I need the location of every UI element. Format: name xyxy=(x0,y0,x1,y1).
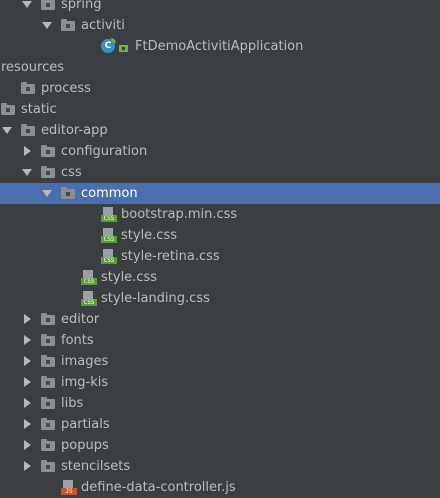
expand-arrow-down-icon[interactable] xyxy=(41,15,53,36)
tree-row-common[interactable]: common xyxy=(0,183,440,204)
tree-row-label: configuration xyxy=(61,144,148,159)
tree-row-label: bootstrap.min.css xyxy=(121,207,238,222)
css-file-icon: CSS xyxy=(101,249,117,264)
expand-arrow-down-icon[interactable] xyxy=(21,0,33,15)
expand-arrow-right-icon[interactable] xyxy=(21,414,33,435)
tree-row-style-retina-css[interactable]: CSS style-retina.css xyxy=(0,246,440,267)
expand-arrow-right-icon[interactable] xyxy=(21,372,33,393)
tree-row-label: define-data-controller.js xyxy=(81,480,236,495)
tree-row-label: images xyxy=(61,354,109,369)
spring-boot-class-icon: C xyxy=(101,38,117,54)
tree-row-label: static xyxy=(21,102,57,117)
tree-row-fonts[interactable]: fonts xyxy=(0,330,440,351)
tree-row-partials[interactable]: partials xyxy=(0,414,440,435)
run-configuration-icon xyxy=(119,42,129,52)
folder-icon xyxy=(41,0,57,12)
css-file-icon: CSS xyxy=(101,228,117,243)
tree-row-bootstrap-min-css[interactable]: CSS bootstrap.min.css xyxy=(0,204,440,225)
tree-row-label: editor xyxy=(61,312,100,327)
folder-icon xyxy=(41,165,57,180)
css-file-icon: CSS xyxy=(81,291,97,306)
folder-icon xyxy=(41,144,57,159)
tree-row-label: libs xyxy=(61,396,84,411)
expand-arrow-down-icon[interactable] xyxy=(1,120,13,141)
expand-arrow-right-icon[interactable] xyxy=(21,456,33,477)
folder-icon xyxy=(41,438,57,453)
folder-icon xyxy=(21,81,37,96)
tree-row-configuration[interactable]: configuration xyxy=(0,141,440,162)
tree-row-label: common xyxy=(81,186,138,201)
tree-row-label: process xyxy=(41,81,91,96)
tree-row-define-data-controller-js[interactable]: JS define-data-controller.js xyxy=(0,477,440,498)
tree-row-css[interactable]: css xyxy=(0,162,440,183)
tree-row-static[interactable]: static xyxy=(0,99,440,120)
tree-row-style-css[interactable]: CSS style.css xyxy=(0,267,440,288)
tree-row-popups[interactable]: popups xyxy=(0,435,440,456)
tree-row-label: style-retina.css xyxy=(121,249,220,264)
expand-arrow-right-icon[interactable] xyxy=(21,330,33,351)
folder-icon xyxy=(41,417,57,432)
folder-icon xyxy=(41,312,57,327)
tree-row-stencilsets[interactable]: stencilsets xyxy=(0,456,440,477)
tree-row-label: activiti xyxy=(81,18,125,33)
folder-icon xyxy=(61,18,77,33)
folder-icon xyxy=(41,396,57,411)
expand-arrow-down-icon[interactable] xyxy=(21,162,33,183)
tree-row-ftdemoactivitiapplication[interactable]: C FtDemoActivitiApplication xyxy=(0,36,440,57)
tree-row-label: FtDemoActivitiApplication xyxy=(135,39,304,54)
folder-icon xyxy=(41,459,57,474)
tree-row-label: style.css xyxy=(121,228,177,243)
tree-row-label: img-kis xyxy=(61,375,109,390)
project-tree: spring activiti C FtDemoActivitiApplication… xyxy=(0,0,440,498)
tree-row-img-kis[interactable]: img-kis xyxy=(0,372,440,393)
folder-icon xyxy=(41,375,57,390)
tree-row-style-css[interactable]: CSS style.css xyxy=(0,225,440,246)
expand-arrow-right-icon[interactable] xyxy=(21,351,33,372)
tree-row-label: spring xyxy=(61,0,102,12)
expand-arrow-right-icon[interactable] xyxy=(21,393,33,414)
tree-row-label: popups xyxy=(61,438,109,453)
folder-icon xyxy=(21,123,37,138)
js-file-icon: JS xyxy=(61,480,77,495)
expand-arrow-down-icon[interactable] xyxy=(41,183,53,204)
tree-row-images[interactable]: images xyxy=(0,351,440,372)
tree-row-resources[interactable]: resources xyxy=(0,57,440,78)
expand-arrow-right-icon[interactable] xyxy=(21,435,33,456)
folder-icon xyxy=(41,354,57,369)
tree-row-label: style-landing.css xyxy=(101,291,210,306)
folder-icon xyxy=(1,102,17,117)
css-file-icon: CSS xyxy=(101,207,117,222)
folder-icon xyxy=(61,186,77,201)
tree-row-label: css xyxy=(61,165,82,180)
tree-row-label: stencilsets xyxy=(61,459,131,474)
tree-row-editor-app[interactable]: editor-app xyxy=(0,120,440,141)
expand-arrow-right-icon[interactable] xyxy=(21,309,33,330)
folder-icon xyxy=(41,333,57,348)
tree-row-label: resources xyxy=(1,60,65,75)
tree-row-label: style.css xyxy=(101,270,157,285)
tree-row-label: editor-app xyxy=(41,123,108,138)
tree-row-style-landing-css[interactable]: CSS style-landing.css xyxy=(0,288,440,309)
css-file-icon: CSS xyxy=(81,270,97,285)
tree-row-activiti[interactable]: activiti xyxy=(0,15,440,36)
expand-arrow-right-icon[interactable] xyxy=(21,141,33,162)
tree-row-spring[interactable]: spring xyxy=(0,0,440,15)
tree-row-process[interactable]: process xyxy=(0,78,440,99)
tree-row-label: partials xyxy=(61,417,110,432)
tree-row-libs[interactable]: libs xyxy=(0,393,440,414)
tree-row-label: fonts xyxy=(61,333,94,348)
tree-row-editor[interactable]: editor xyxy=(0,309,440,330)
